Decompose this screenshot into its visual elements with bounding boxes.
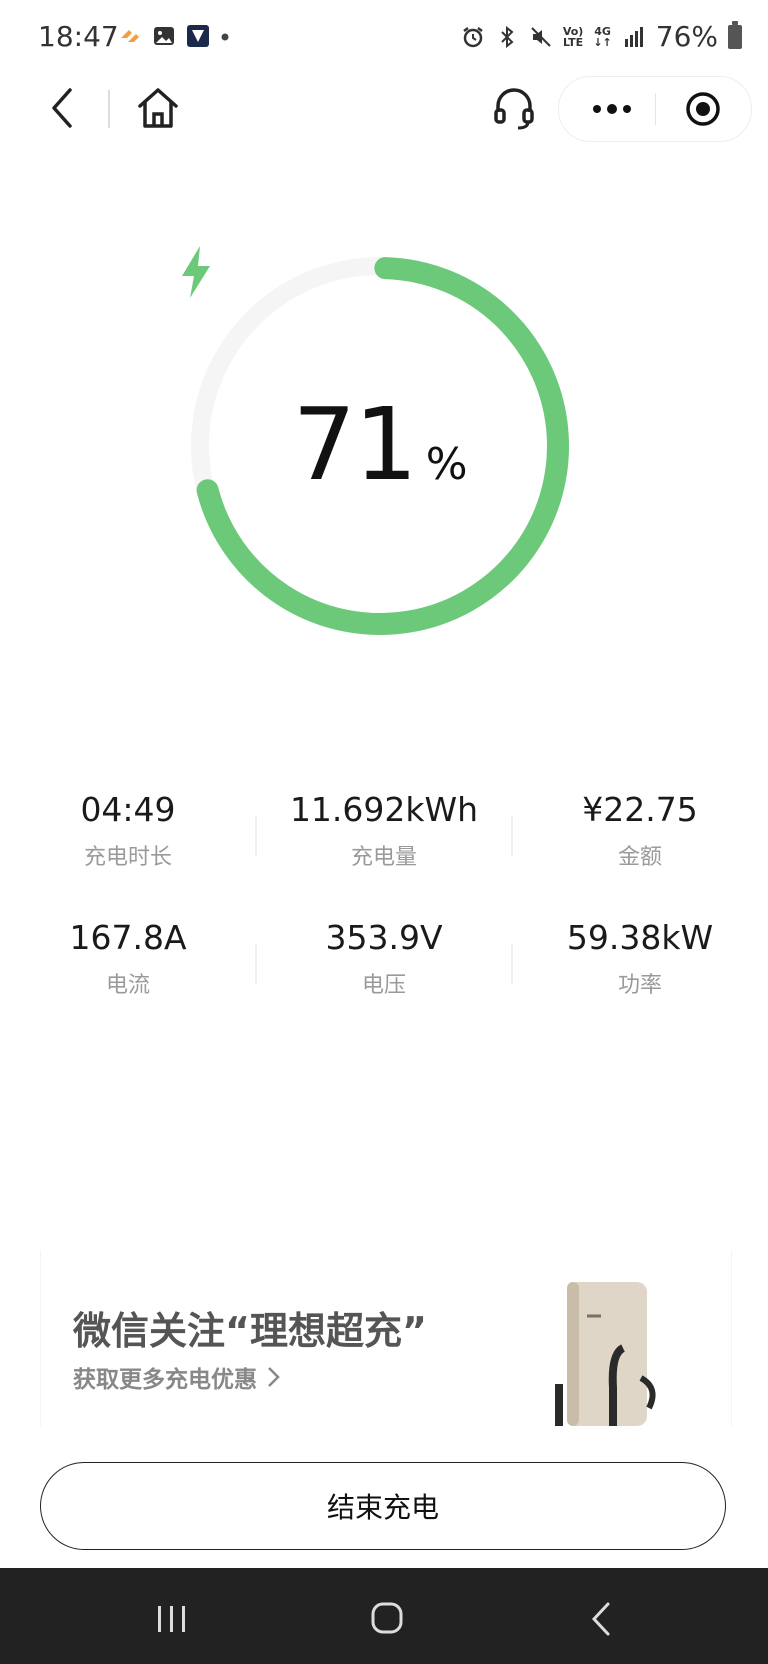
dot-icon bbox=[221, 33, 229, 41]
stat-amount-value: ¥22.75 bbox=[582, 790, 698, 829]
promo-subtitle: 获取更多充电优惠 bbox=[73, 1367, 257, 1393]
status-bar: 18:47 Vo) LTE 4G ↓↑ 76% bbox=[0, 0, 768, 80]
mini-program-capsule bbox=[558, 76, 752, 142]
stat-current: 167.8A 电流 bbox=[0, 918, 256, 999]
charge-progress-ring: 71% bbox=[180, 246, 580, 646]
more-icon[interactable] bbox=[589, 97, 635, 121]
alarm-icon bbox=[463, 26, 483, 47]
app-notification-icon bbox=[121, 30, 139, 42]
mute-icon bbox=[531, 26, 551, 47]
stat-duration: 04:49 充电时长 bbox=[0, 790, 256, 871]
capsule-divider bbox=[655, 93, 656, 125]
recent-apps-icon[interactable] bbox=[156, 1604, 188, 1634]
app-icon bbox=[187, 25, 209, 47]
end-charging-button[interactable]: 结束充电 bbox=[40, 1462, 726, 1550]
bolt-icon bbox=[182, 246, 210, 298]
stat-current-value: 167.8A bbox=[69, 918, 187, 957]
stat-duration-value: 04:49 bbox=[80, 790, 176, 829]
nav-divider bbox=[108, 90, 110, 128]
charge-percent-value: 71 bbox=[292, 386, 417, 503]
close-target-icon[interactable] bbox=[685, 91, 721, 127]
stat-divider bbox=[511, 944, 513, 984]
status-right-icons: Vo) LTE 4G ↓↑ 76% bbox=[461, 20, 742, 53]
status-time: 18:47 bbox=[38, 20, 119, 53]
status-left-icons bbox=[118, 24, 230, 48]
promo-title: 微信关注“理想超充” bbox=[73, 1309, 427, 1353]
stat-voltage-value: 353.9V bbox=[325, 918, 443, 957]
stat-energy-value: 11.692kWh bbox=[289, 790, 479, 829]
stat-divider bbox=[255, 816, 257, 856]
stat-power: 59.38kW 功率 bbox=[512, 918, 768, 999]
system-nav-bar bbox=[0, 1568, 768, 1664]
charger-image bbox=[555, 1282, 656, 1426]
stat-energy-label: 充电量 bbox=[350, 845, 417, 870]
stat-current-label: 电流 bbox=[105, 973, 150, 998]
volte-icon: Vo) LTE bbox=[562, 24, 584, 49]
stat-duration-label: 充电时长 bbox=[83, 845, 172, 870]
system-back-icon[interactable] bbox=[590, 1601, 612, 1637]
bluetooth-icon bbox=[501, 25, 514, 48]
stat-power-label: 功率 bbox=[617, 973, 662, 998]
headset-icon[interactable] bbox=[490, 84, 538, 132]
stat-divider bbox=[511, 816, 513, 856]
network-label: 4G bbox=[594, 24, 611, 38]
home-icon[interactable] bbox=[134, 84, 182, 132]
back-icon[interactable] bbox=[44, 84, 80, 132]
stat-amount-label: 金额 bbox=[617, 845, 662, 870]
stat-divider bbox=[255, 944, 257, 984]
signal-icon bbox=[624, 26, 643, 47]
system-home-icon[interactable] bbox=[370, 1601, 404, 1635]
chevron-right-icon bbox=[268, 1367, 280, 1387]
charge-percent: 71% bbox=[180, 386, 580, 503]
stat-energy: 11.692kWh 充电量 bbox=[256, 790, 512, 871]
network-type: 4G ↓↑ bbox=[593, 24, 612, 49]
promo-subtitle-row: 获取更多充电优惠 bbox=[73, 1360, 281, 1394]
charge-percent-unit: % bbox=[425, 439, 468, 490]
gallery-icon bbox=[154, 27, 174, 45]
stat-voltage-label: 电压 bbox=[361, 973, 406, 998]
promo-banner[interactable]: 微信关注“理想超充” 获取更多充电优惠 bbox=[40, 1250, 732, 1426]
battery-icon bbox=[728, 20, 742, 49]
battery-percent: 76% bbox=[655, 20, 718, 53]
stat-amount: ¥22.75 金额 bbox=[512, 790, 768, 871]
stat-power-value: 59.38kW bbox=[566, 918, 714, 957]
stat-voltage: 353.9V 电压 bbox=[256, 918, 512, 999]
